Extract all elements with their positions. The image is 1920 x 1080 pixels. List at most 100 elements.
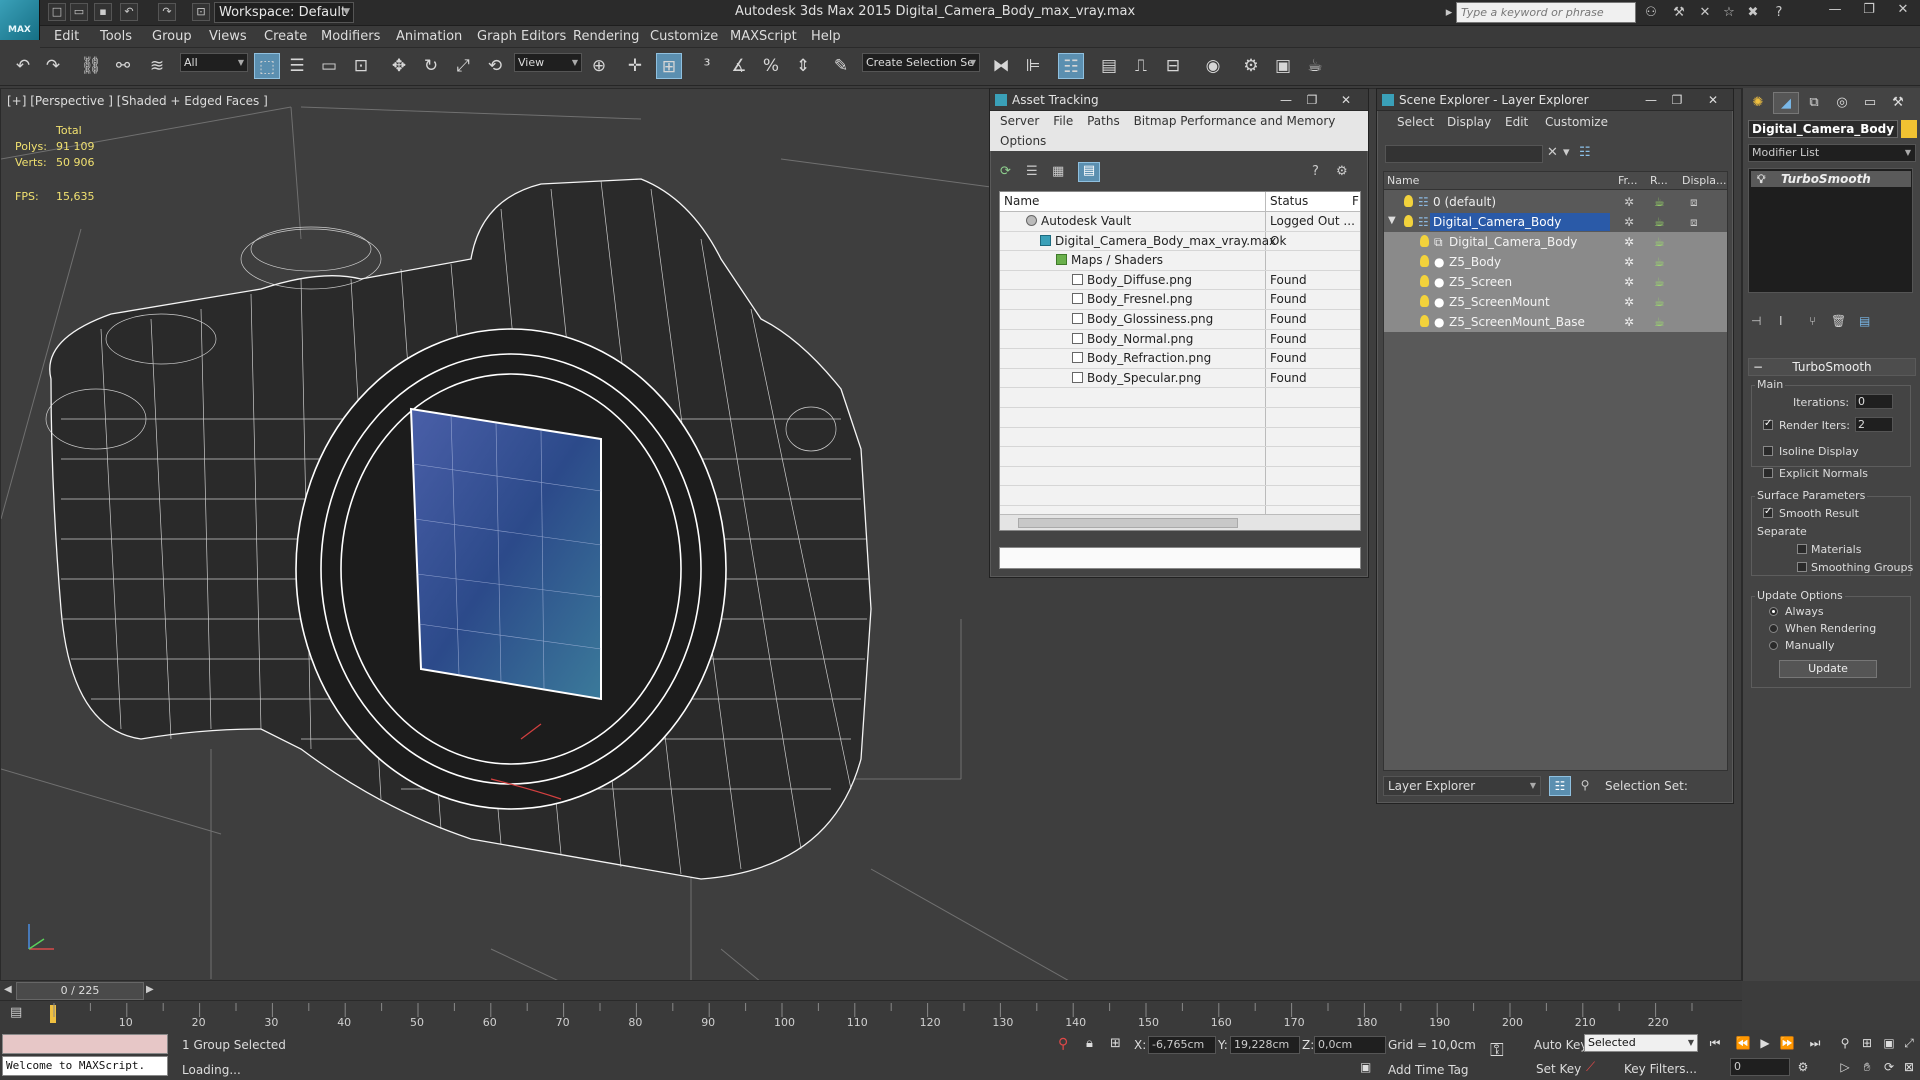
update-button[interactable]: Update (1779, 660, 1877, 678)
modify-tab-icon[interactable]: ◢ (1773, 92, 1799, 114)
asset-row[interactable]: Body_Diffuse.png Found (1000, 271, 1360, 291)
zoom-icon[interactable]: ⚲ (1836, 1034, 1854, 1052)
unlink-icon[interactable]: ⚯ (110, 53, 136, 79)
asset-row[interactable]: Body_Refraction.png Found (1000, 349, 1360, 369)
materials-checkbox[interactable] (1797, 544, 1807, 554)
render-iters-checkbox[interactable] (1763, 418, 1773, 430)
next-frame-icon[interactable]: ▶ (146, 984, 154, 995)
display-tab-icon[interactable]: ▭ (1857, 92, 1883, 114)
object-row[interactable]: ● Z5_ScreenMount_Base ✲ ☕ (1384, 312, 1727, 332)
undo-icon[interactable]: ↶ (10, 53, 36, 79)
field-of-view-icon[interactable]: ▷ (1836, 1058, 1854, 1076)
rectangular-selection-icon[interactable]: ▭ (316, 53, 342, 79)
time-slider-track[interactable]: ◀ 0 / 225 ▶ (0, 982, 1742, 1000)
asset-menu-server[interactable]: Server (1000, 111, 1039, 131)
menu-edit[interactable]: Edit (54, 26, 79, 48)
move-icon[interactable]: ✥ (386, 53, 412, 79)
menu-group[interactable]: Group (152, 26, 192, 48)
asset-row[interactable]: Body_Specular.png Found (1000, 369, 1360, 389)
freeze-icon[interactable]: ✲ (1624, 275, 1634, 289)
auto-key-button[interactable]: Auto Key (1534, 1038, 1587, 1052)
iterations-spinner[interactable]: 0 (1855, 394, 1893, 409)
workspace-dropdown[interactable]: Workspace: Default ▼ (214, 2, 354, 23)
render-teapot-icon[interactable]: ☕ (1654, 275, 1665, 289)
z-coordinate-field[interactable]: 0,0cm (1314, 1036, 1386, 1054)
horizontal-scrollbar[interactable] (1000, 514, 1360, 530)
set-key-icon[interactable]: ⚿ (1490, 1040, 1504, 1061)
layer-row[interactable]: ☷ 0 (default) ✲ ☕ ⧈ (1384, 192, 1727, 212)
redo-icon[interactable]: ↷ (40, 53, 66, 79)
schematic-view-icon[interactable]: ⊟ (1160, 53, 1186, 79)
help-icon[interactable]: ? (1312, 164, 1332, 182)
thumbnail-view-icon[interactable]: ▦ (1052, 164, 1072, 182)
layer-tools-icon[interactable]: ☷ (1579, 145, 1591, 160)
lightbulb-icon[interactable] (1420, 255, 1429, 267)
binoculars-icon[interactable]: ⚇ (1642, 4, 1660, 22)
render-teapot-icon[interactable]: ☕ (1654, 195, 1665, 209)
render-teapot-icon[interactable]: ☕ (1654, 315, 1665, 329)
column-freeze-header[interactable]: Fr... (1618, 174, 1638, 187)
render-teapot-icon[interactable]: ☕ (1654, 215, 1665, 229)
display-box-icon[interactable]: ⧈ (1690, 215, 1698, 230)
y-coordinate-field[interactable]: 19,228cm (1230, 1036, 1300, 1054)
new-file-icon[interactable]: □ (48, 3, 66, 21)
freeze-icon[interactable]: ✲ (1624, 215, 1634, 229)
material-editor-icon[interactable]: ◉ (1200, 53, 1226, 79)
placement-icon[interactable]: ⟲ (482, 53, 508, 79)
mini-curve-editor-icon[interactable]: ▤ (10, 1005, 32, 1023)
freeze-icon[interactable]: ✲ (1624, 195, 1634, 209)
asset-tracking-titlebar[interactable]: Asset Tracking — ❐ ✕ (990, 89, 1368, 111)
maximize-viewport-icon[interactable]: ⤢ (1900, 1034, 1918, 1052)
percent-snap-icon[interactable]: % (758, 53, 784, 79)
column-status-header[interactable]: Status (1270, 194, 1308, 208)
explorer-type-dropdown[interactable]: Layer Explorer ▼ (1383, 776, 1541, 796)
when-rendering-radio[interactable] (1769, 624, 1778, 633)
utilities-tab-icon[interactable]: ⚒ (1885, 92, 1911, 114)
key-filters-button[interactable]: Key Filters... (1624, 1062, 1697, 1076)
configure-sets-icon[interactable]: ▤ (1859, 314, 1870, 328)
scrollbar-thumb[interactable] (1018, 518, 1238, 528)
select-by-name-icon[interactable]: ☰ (284, 53, 310, 79)
zoom-extents-icon[interactable]: ▣ (1880, 1034, 1898, 1052)
expand-arrow-icon[interactable]: ▼ (1388, 215, 1396, 226)
render-teapot-icon[interactable]: ☕ (1654, 295, 1665, 309)
rotate-icon[interactable]: ↻ (418, 53, 444, 79)
trackbar[interactable]: ▤ 10 20 30 40 50 60 70 80 90 100 110 120 130 140 150 16… (0, 1000, 1742, 1030)
create-tab-icon[interactable]: ✺ (1745, 92, 1771, 114)
add-time-tag-button[interactable]: Add Time Tag (1388, 1063, 1469, 1077)
asset-tracking-window[interactable]: Asset Tracking — ❐ ✕ Server File Paths B… (989, 88, 1369, 578)
redo-icon[interactable]: ↷ (158, 3, 176, 21)
hierarchy-mode-icon[interactable]: ⚲ (1575, 776, 1595, 796)
open-file-icon[interactable]: ▭ (70, 3, 88, 21)
asset-row[interactable]: Body_Glossiness.png Found (1000, 310, 1360, 330)
lightbulb-icon[interactable] (1420, 315, 1429, 327)
bind-space-warp-icon[interactable]: ≋ (144, 53, 170, 79)
scene-explorer-titlebar[interactable]: Scene Explorer - Layer Explorer — ❐ ✕ (1377, 89, 1733, 111)
asset-list[interactable]: Name Status F Autodesk Vault Logged Out .… (999, 191, 1361, 531)
freeze-icon[interactable]: ✲ (1624, 235, 1634, 249)
lightbulb-icon[interactable] (1420, 235, 1429, 247)
select-object-icon[interactable]: ⬚ (254, 53, 280, 79)
asset-menu-options[interactable]: Options (1000, 131, 1046, 151)
column-extra-header[interactable]: F (1352, 194, 1359, 208)
communication-icon[interactable]: ✕ (1696, 4, 1714, 22)
play-icon[interactable]: ▶ (1756, 1034, 1774, 1052)
search-input[interactable]: Type a keyword or phrase (1456, 2, 1636, 23)
asset-menu-paths[interactable]: Paths (1087, 111, 1120, 131)
maximize-icon[interactable]: ❐ (1852, 0, 1886, 20)
menu-animation[interactable]: Animation (396, 26, 462, 48)
app-logo-button[interactable]: MAX (0, 0, 40, 40)
asset-row[interactable]: Body_Fresnel.png Found (1000, 290, 1360, 310)
list-view-icon[interactable]: ☰ (1026, 164, 1046, 182)
minimize-icon[interactable]: — (1274, 89, 1298, 111)
layer-tree[interactable]: Name Fr... R... Displa... ☷ 0 (default) … (1383, 171, 1728, 771)
column-display-header[interactable]: Displa... (1682, 174, 1727, 187)
edit-named-selection-icon[interactable]: ✎ (828, 53, 854, 79)
column-name-header[interactable]: Name (1387, 174, 1419, 187)
make-unique-icon[interactable]: ⑂ (1809, 314, 1816, 328)
close-icon[interactable]: ✕ (1701, 89, 1725, 111)
maximize-toggle-icon[interactable]: ⊠ (1900, 1058, 1918, 1076)
isolate-selection-icon[interactable]: ⚲ (1058, 1036, 1068, 1052)
scene-explorer-window[interactable]: Scene Explorer - Layer Explorer — ❐ ✕ Se… (1376, 88, 1734, 804)
project-folder-icon[interactable]: ⊡ (192, 3, 210, 21)
